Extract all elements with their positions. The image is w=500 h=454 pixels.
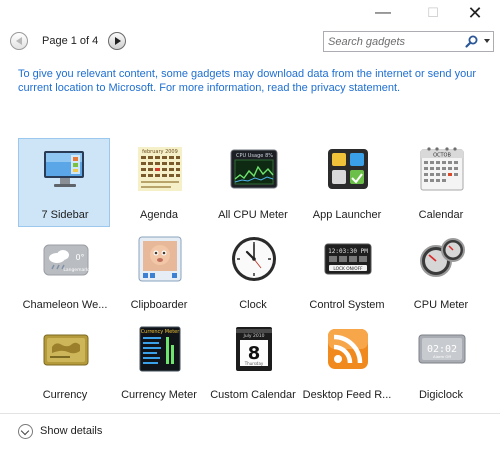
currency-icon xyxy=(43,334,89,366)
gadget-label: All CPU Meter xyxy=(218,209,288,221)
maximize-button: ☐ xyxy=(427,5,439,20)
minimize-button[interactable]: — xyxy=(368,3,398,23)
gadget-label: CPU Meter xyxy=(413,299,469,311)
show-details-toggle[interactable]: Show details xyxy=(18,423,118,441)
weather-temp-text: 0° xyxy=(75,253,84,262)
gadget-tile-control-system[interactable]: 12:03:30 PM LOCK ON/OFF Control System xyxy=(300,228,392,317)
cpu-meter-icon xyxy=(420,238,465,277)
left-arrow-icon xyxy=(16,37,22,45)
search-box xyxy=(323,31,494,52)
page-indicator: Page 1 of 4 xyxy=(42,35,99,47)
gadget-label: Control System xyxy=(309,299,385,311)
gadget-label: App Launcher xyxy=(312,209,382,221)
close-button[interactable]: ✕ xyxy=(460,3,490,23)
privacy-notice-link[interactable]: To give you relevant content, some gadge… xyxy=(18,67,488,95)
gadget-tile-digiclock[interactable]: 02:02 Alarm Off Digiclock xyxy=(394,318,486,407)
gadget-label: Agenda xyxy=(140,209,178,221)
gadget-tile-calendar[interactable]: OCTOB Calendar xyxy=(394,138,486,227)
gadget-tile-currency-meter[interactable]: Currency Meter Currency Meter xyxy=(112,318,204,407)
calendar-icon: OCTOB xyxy=(420,147,464,191)
control-system-icon: 12:03:30 PM LOCK ON/OFF xyxy=(324,243,372,275)
control-lock-text: LOCK ON/OFF xyxy=(333,266,363,272)
search-input[interactable] xyxy=(324,32,460,51)
gadget-label: Currency Meter xyxy=(121,389,197,401)
gadget-label: Clock xyxy=(239,299,267,311)
cpu-value-text: 8% xyxy=(265,153,273,159)
control-time-text: 12:03:30 PM xyxy=(328,248,368,255)
currency-meter-title-text: Currency Meter xyxy=(141,329,181,335)
app-launcher-icon xyxy=(328,149,368,189)
custom-calendar-month-text: July 2010 xyxy=(243,333,265,339)
gadget-grid: 7 Sidebar february 2009 Agenda CPU Usage… xyxy=(18,138,488,401)
gadget-label: Custom Calendar xyxy=(210,389,296,401)
gadget-tile-custom-calendar[interactable]: July 2010 8 Thursday Custom Calendar xyxy=(206,318,298,407)
pager: Page 1 of 4 xyxy=(8,31,130,53)
search-icon[interactable] xyxy=(464,34,479,49)
cpu-title-text: CPU Usage xyxy=(236,153,263,159)
gadget-label: Clipboarder xyxy=(130,299,188,311)
gadget-tile-currency[interactable]: Currency xyxy=(18,318,110,407)
weather-place-text: Langemark xyxy=(63,267,89,273)
next-page-button[interactable] xyxy=(108,32,126,50)
calendar-month-text: OCTOB xyxy=(433,153,451,159)
gadget-label: 7 Sidebar xyxy=(41,209,89,221)
right-arrow-icon xyxy=(115,37,121,45)
gadget-tile-cpu-meter[interactable]: CPU Meter xyxy=(394,228,486,317)
gadget-label: Chameleon We... xyxy=(22,299,108,311)
sidebar-icon xyxy=(44,151,84,187)
custom-calendar-icon: July 2010 8 Thursday xyxy=(236,327,272,371)
clipboard-icon xyxy=(138,236,182,282)
agenda-icon: february 2009 xyxy=(138,147,182,191)
digital-clock-icon: 02:02 Alarm Off xyxy=(418,334,466,364)
show-details-label: Show details xyxy=(40,425,103,437)
gadget-label: Calendar xyxy=(418,209,464,221)
agenda-title-text: february 2009 xyxy=(142,149,178,155)
gadget-tile-app-launcher[interactable]: App Launcher xyxy=(300,138,392,227)
gadget-label: Desktop Feed R... xyxy=(302,389,392,401)
previous-page-button[interactable] xyxy=(10,32,28,50)
digiclock-sub-text: Alarm Off xyxy=(433,354,451,359)
gadget-tile-clipboarder[interactable]: Clipboarder xyxy=(112,228,204,317)
rss-feed-icon xyxy=(328,329,368,369)
title-bar: — ☐ ✕ xyxy=(0,0,500,26)
currency-meter-icon: Currency Meter xyxy=(139,326,181,372)
weather-icon: 0° Langemark xyxy=(43,244,89,276)
gadget-label: Digiclock xyxy=(418,389,463,401)
chevron-down-icon[interactable] xyxy=(18,424,33,439)
clock-icon xyxy=(232,237,276,281)
gadget-tile-chameleon-weather[interactable]: 0° Langemark Chameleon We... xyxy=(18,228,110,317)
gadget-tile-all-cpu-meter[interactable]: CPU Usage 8% All CPU Meter xyxy=(206,138,298,227)
search-options-dropdown-icon[interactable] xyxy=(484,39,490,43)
footer-divider xyxy=(0,413,500,414)
gadget-tile-7-sidebar[interactable]: 7 Sidebar xyxy=(18,138,110,227)
gadget-label: Currency xyxy=(42,389,88,401)
cpu-graph-icon: CPU Usage 8% xyxy=(230,149,278,189)
gadget-tile-clock[interactable]: Clock xyxy=(206,228,298,317)
gadget-tile-desktop-feed-reader[interactable]: Desktop Feed R... xyxy=(300,318,392,407)
gadget-tile-agenda[interactable]: february 2009 Agenda xyxy=(112,138,204,227)
custom-calendar-weekday-text: Thursday xyxy=(244,361,264,366)
